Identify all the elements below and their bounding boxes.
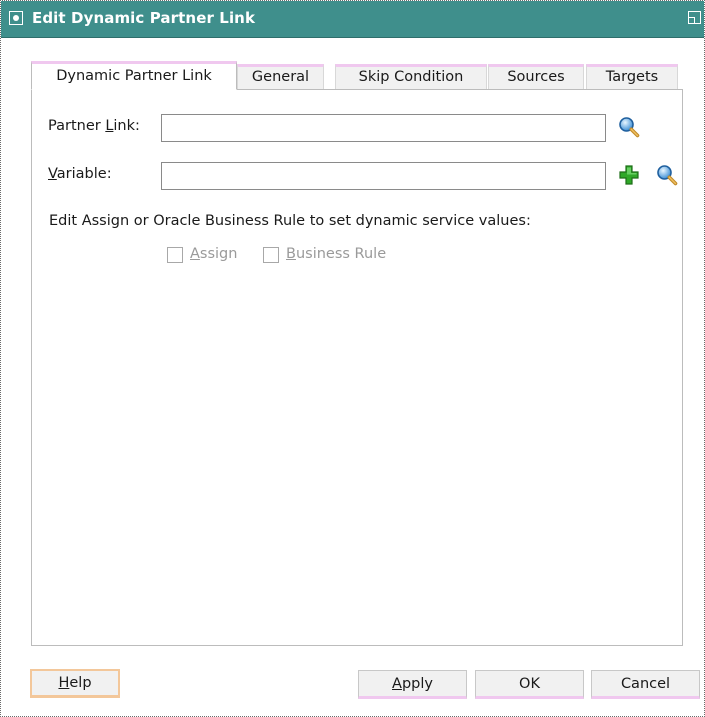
variable-search-icon[interactable] <box>656 164 678 186</box>
add-variable-icon[interactable] <box>619 165 639 185</box>
variable-input[interactable] <box>161 162 606 190</box>
assign-checkbox-label: Assign <box>190 246 238 262</box>
ok-button[interactable]: OK <box>475 670 584 699</box>
window-title: Edit Dynamic Partner Link <box>32 9 256 27</box>
tab-sources[interactable]: Sources <box>488 64 584 89</box>
business-rule-checkbox-label: Business Rule <box>286 246 387 262</box>
apply-button[interactable]: Apply <box>358 670 467 699</box>
tab-general[interactable]: General <box>237 64 324 89</box>
tab-strip: Dynamic Partner Link General Skip Condit… <box>31 61 681 90</box>
window-menu-icon[interactable] <box>9 11 23 25</box>
business-rule-checkbox[interactable] <box>263 247 279 263</box>
maximize-icon[interactable] <box>688 11 701 24</box>
partner-link-input[interactable] <box>161 114 606 142</box>
tab-skip-condition[interactable]: Skip Condition <box>335 64 487 89</box>
assign-checkbox[interactable] <box>167 247 183 263</box>
partner-link-label: Partner Link: <box>48 118 140 134</box>
variable-label: Variable: <box>48 166 112 182</box>
tab-dynamic-partner-link[interactable]: Dynamic Partner Link <box>31 61 237 90</box>
dynamic-service-hint: Edit Assign or Oracle Business Rule to s… <box>49 213 531 229</box>
dialog-window: Edit Dynamic Partner Link Dynamic Partne… <box>0 0 705 717</box>
help-button[interactable]: Help <box>30 669 120 698</box>
cancel-button[interactable]: Cancel <box>591 670 700 699</box>
title-bar[interactable]: Edit Dynamic Partner Link <box>1 1 704 38</box>
partner-link-search-icon[interactable] <box>618 116 640 138</box>
tab-targets[interactable]: Targets <box>586 64 678 89</box>
